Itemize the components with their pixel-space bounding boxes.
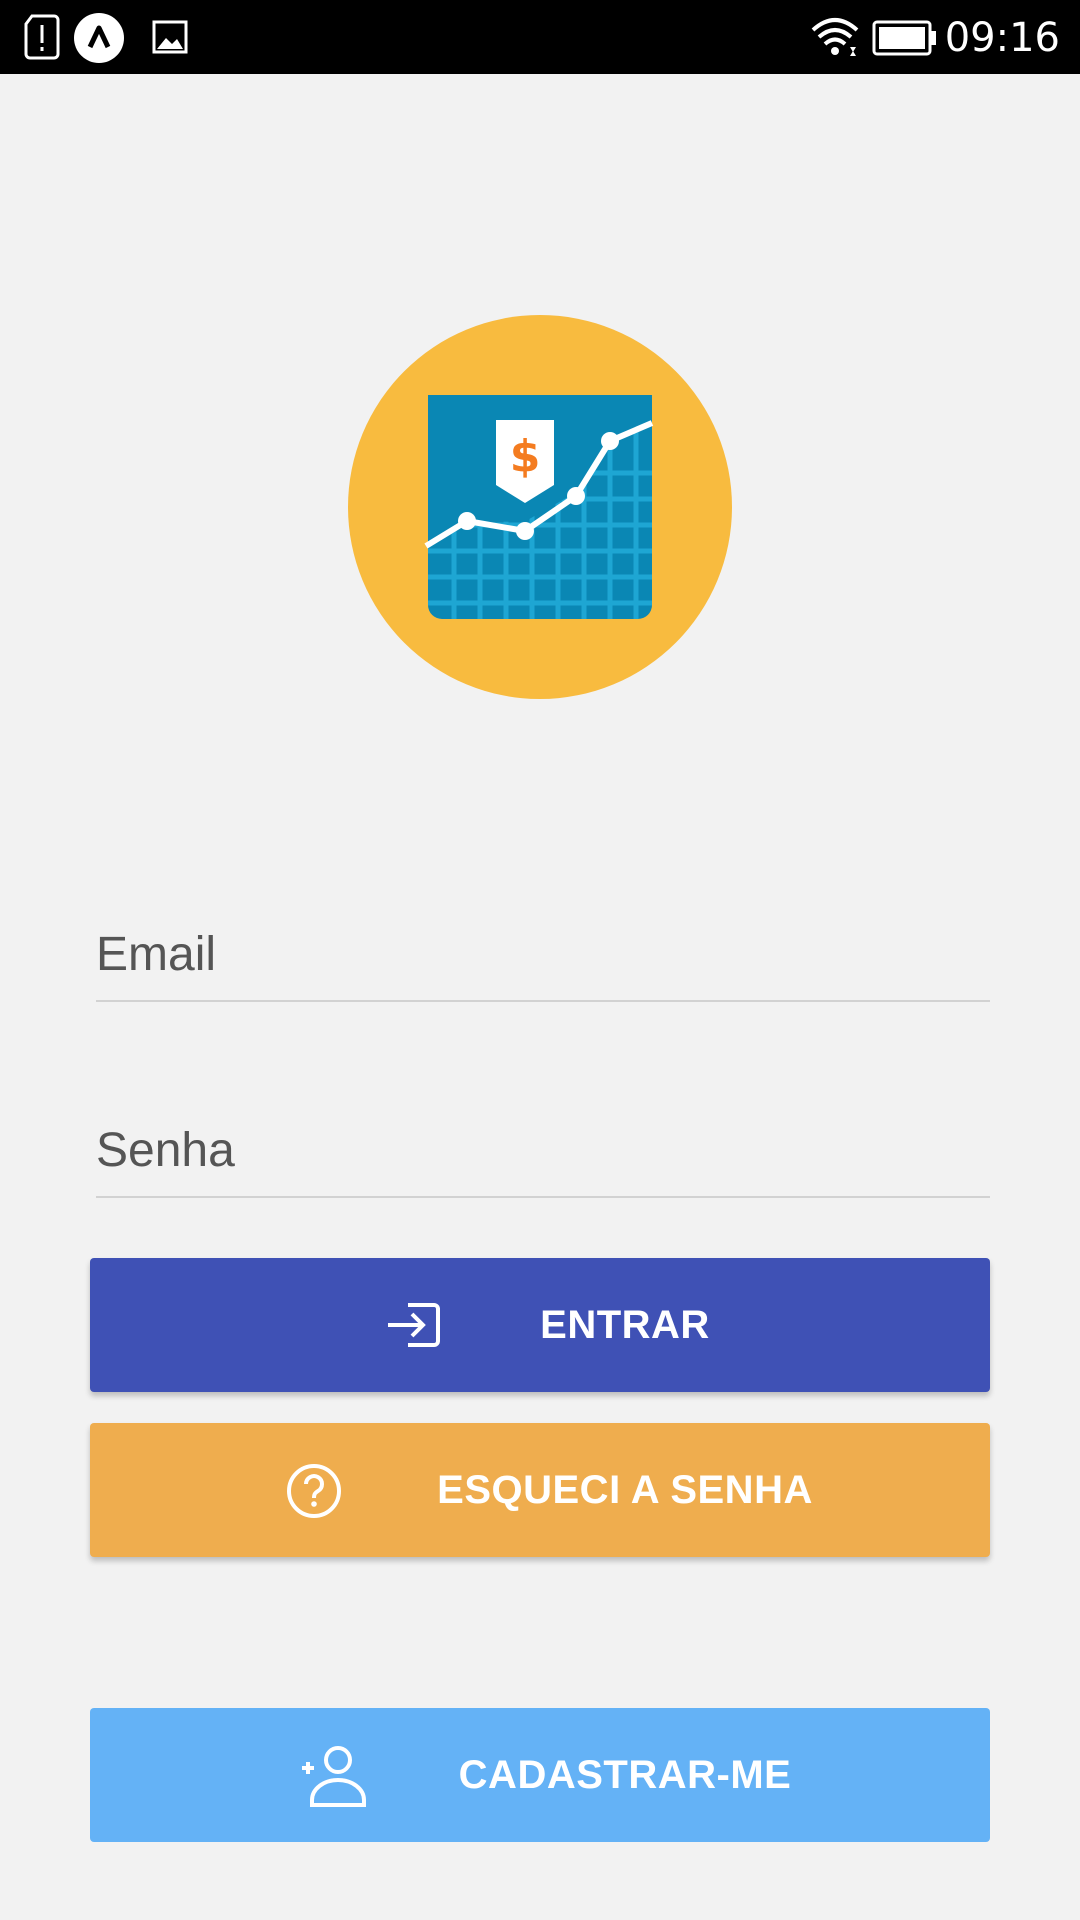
launcher-icon	[74, 13, 124, 63]
battery-icon	[872, 20, 936, 56]
status-bar: 09:16	[0, 0, 1080, 74]
app-logo: $	[348, 315, 732, 699]
clock: 09:16	[944, 15, 1060, 61]
password-field[interactable]	[96, 1106, 990, 1198]
email-input[interactable]	[96, 927, 990, 982]
password-input[interactable]	[96, 1123, 990, 1178]
alert-icon	[24, 14, 60, 60]
forgot-password-button-label: ESQUECI A SENHA	[437, 1468, 813, 1512]
email-field[interactable]	[96, 910, 990, 1002]
image-icon	[152, 20, 188, 54]
register-button[interactable]: CADASTRAR-ME	[90, 1708, 990, 1842]
forgot-password-button[interactable]: ESQUECI A SENHA	[90, 1423, 990, 1557]
svg-text:$: $	[510, 431, 541, 482]
login-button[interactable]: ENTRAR	[90, 1258, 990, 1392]
login-button-label: ENTRAR	[540, 1303, 710, 1347]
register-button-label: CADASTRAR-ME	[458, 1753, 792, 1797]
wifi-icon	[811, 18, 859, 56]
